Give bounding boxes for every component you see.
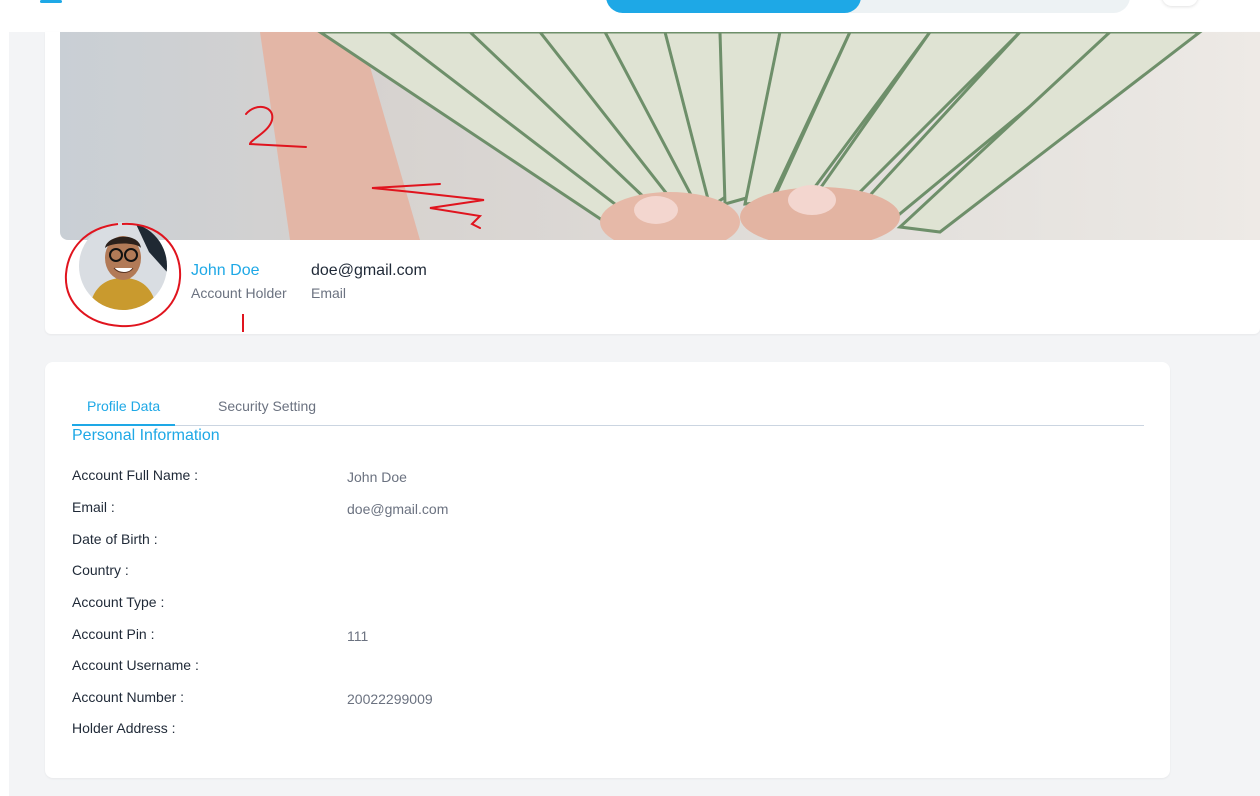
value-account-pin: 111 (347, 628, 369, 644)
profile-name: John Doe (191, 262, 260, 279)
label-account-type: Account Type : (72, 594, 165, 610)
value-account-full-name: John Doe (347, 469, 407, 485)
section-title: Personal Information (72, 427, 220, 444)
label-country: Country : (72, 562, 129, 578)
top-bar (0, 0, 1260, 32)
sidebar-edge (0, 32, 9, 796)
active-tab-indicator (72, 424, 175, 426)
annotation-mark-1 (242, 314, 244, 332)
profile-email-caption: Email (311, 285, 347, 301)
cover-banner-image (60, 32, 1260, 240)
label-date-of-birth: Date of Birth : (72, 531, 158, 547)
hamburger-icon[interactable] (40, 0, 62, 3)
label-account-pin: Account Pin : (72, 626, 155, 642)
label-holder-address: Holder Address : (72, 720, 176, 736)
top-progress-fill (606, 0, 861, 13)
value-email: doe@gmail.com (347, 501, 449, 517)
tab-security-setting[interactable]: Security Setting (218, 398, 316, 414)
value-account-number: 20022299009 (347, 691, 433, 707)
profile-email: doe@gmail.com (311, 262, 427, 279)
top-progress-pill[interactable] (606, 0, 1130, 13)
profile-role: Account Holder (191, 285, 287, 301)
label-account-number: Account Number : (72, 689, 185, 705)
label-account-username: Account Username : (72, 657, 199, 673)
notification-icon[interactable] (1162, 0, 1198, 6)
profile-card: John Doe Account Holder doe@gmail.com Em… (45, 32, 1260, 334)
label-account-full-name: Account Full Name : (72, 467, 199, 483)
tab-profile-data[interactable]: Profile Data (87, 398, 160, 414)
profile-tabs: Profile Data Security Setting (72, 386, 1144, 426)
annotation-circle (64, 222, 182, 328)
label-email: Email : (72, 499, 115, 515)
